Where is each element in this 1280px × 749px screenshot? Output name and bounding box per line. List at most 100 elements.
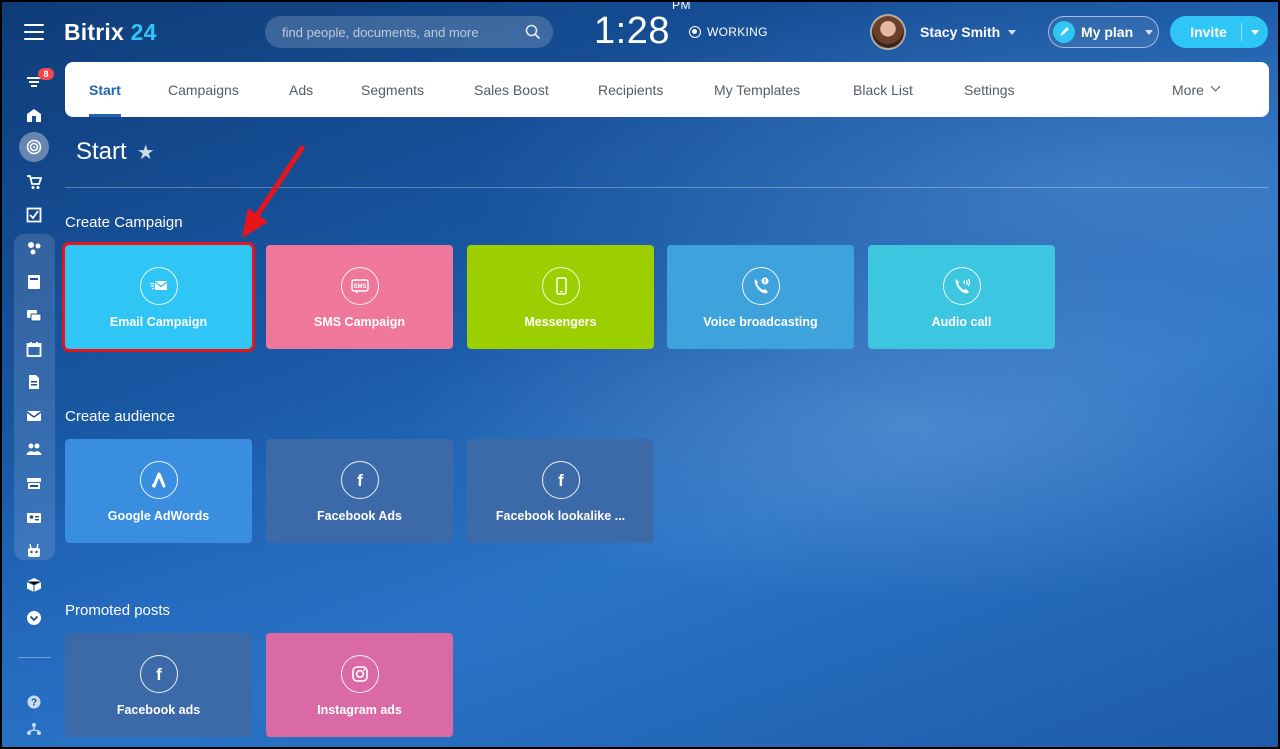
audio-call-tile[interactable]: Audio call: [868, 245, 1055, 349]
chevron-down-icon: [1210, 81, 1221, 92]
box-icon[interactable]: [24, 575, 44, 595]
facebook-icon: f: [541, 461, 580, 499]
annotation-arrow-icon: [242, 145, 305, 238]
email-campaign-tile[interactable]: Email Campaign: [62, 242, 255, 352]
invite-dropdown[interactable]: [1242, 29, 1268, 35]
tab-more[interactable]: More: [1172, 62, 1221, 117]
document-icon[interactable]: [24, 272, 44, 292]
messengers-tile[interactable]: Messengers: [467, 245, 654, 349]
tab-campaigns[interactable]: Campaigns: [168, 62, 239, 117]
contact-card-icon[interactable]: [24, 508, 44, 528]
clock-time: 1:28: [594, 10, 670, 52]
tile-label: Facebook lookalike ...: [495, 509, 626, 523]
tab-ads[interactable]: Ads: [289, 62, 313, 117]
crm-icon[interactable]: [24, 238, 44, 258]
tile-label: Email Campaign: [109, 315, 208, 329]
tile-label: Facebook Ads: [317, 509, 402, 523]
user-menu[interactable]: Stacy Smith: [920, 24, 1017, 40]
phone-volume-icon: [942, 267, 981, 305]
menu-icon[interactable]: [24, 24, 44, 40]
users-icon[interactable]: [24, 439, 44, 459]
tab-black-list[interactable]: Black List: [853, 62, 913, 117]
tab-sales-boost[interactable]: Sales Boost: [474, 62, 549, 117]
tile-label: Audio call: [931, 315, 992, 329]
robot-icon[interactable]: [24, 541, 44, 561]
clock[interactable]: 1:28PM: [594, 2, 690, 53]
instagram-ads-tile[interactable]: Instagram ads: [266, 633, 453, 737]
chat-icon[interactable]: [24, 306, 44, 326]
sms-icon: SMS: [340, 267, 379, 305]
svg-text:SMS: SMS: [353, 284, 366, 290]
clock-ampm: PM: [671, 0, 691, 13]
file-icon[interactable]: [24, 372, 44, 392]
app-window: Bitrix 24 1:28PM WORKING Stacy Smith My …: [0, 0, 1280, 749]
notification-badge: 8: [38, 68, 54, 80]
search-box[interactable]: [265, 16, 553, 48]
svg-text:?: ?: [31, 698, 37, 709]
section-title-campaign: Create Campaign: [65, 214, 183, 231]
logo-text: Bitrix: [64, 19, 124, 45]
sidebar-divider: [18, 657, 51, 658]
search-input[interactable]: [265, 16, 553, 48]
tile-label: Facebook ads: [116, 703, 201, 717]
help-icon[interactable]: ?: [24, 692, 44, 712]
my-plan-label: My plan: [1081, 24, 1134, 40]
checkbox-icon[interactable]: [24, 205, 44, 225]
calendar-icon[interactable]: [24, 339, 44, 359]
tab-start[interactable]: Start: [89, 62, 121, 117]
work-status[interactable]: WORKING: [689, 25, 768, 39]
cart-icon[interactable]: [24, 172, 44, 192]
chevron-down-icon: [1145, 29, 1154, 35]
sms-campaign-tile[interactable]: SMS SMS Campaign: [266, 245, 453, 349]
nav-tabs: Start Campaigns Ads Segments Sales Boost…: [65, 62, 1269, 117]
my-plan-button[interactable]: My plan: [1048, 16, 1159, 48]
tile-label: Messengers: [524, 315, 597, 329]
username-label: Stacy Smith: [920, 24, 1001, 40]
tile-label: Google AdWords: [107, 509, 210, 523]
instagram-icon: [340, 655, 379, 693]
google-adwords-tile[interactable]: Google AdWords: [65, 439, 252, 543]
tab-my-templates[interactable]: My Templates: [714, 62, 800, 117]
home-icon[interactable]: [24, 105, 44, 125]
svg-text:f: f: [357, 471, 363, 490]
logo[interactable]: Bitrix 24: [64, 19, 157, 46]
top-header: Bitrix 24 1:28PM WORKING Stacy Smith My …: [2, 2, 1278, 62]
adwords-icon: [139, 461, 178, 499]
avatar[interactable]: [870, 14, 906, 50]
record-icon: [689, 26, 701, 38]
target-icon[interactable]: [24, 137, 44, 157]
tab-settings[interactable]: Settings: [964, 62, 1015, 117]
invite-label: Invite: [1190, 24, 1227, 40]
page-title: Start ★: [76, 138, 155, 166]
facebook-ads-audience-tile[interactable]: f Facebook Ads: [266, 439, 453, 543]
mail-icon[interactable]: [24, 406, 44, 426]
section-title-promoted: Promoted posts: [65, 602, 171, 619]
tab-more-label: More: [1172, 81, 1204, 98]
tab-segments[interactable]: Segments: [361, 62, 424, 117]
smartphone-icon: [541, 267, 580, 305]
facebook-icon: f: [340, 461, 379, 499]
facebook-ads-promoted-tile[interactable]: f Facebook ads: [65, 633, 252, 737]
work-status-label: WORKING: [707, 25, 768, 39]
svg-text:f: f: [156, 665, 162, 684]
search-icon[interactable]: [525, 24, 541, 40]
rocket-icon: [1053, 21, 1075, 43]
facebook-icon: f: [139, 655, 178, 693]
voice-broadcasting-tile[interactable]: Voice broadcasting: [667, 245, 854, 349]
store-icon[interactable]: [24, 473, 44, 493]
svg-text:f: f: [558, 471, 564, 490]
email-icon: [139, 267, 178, 305]
section-title-audience: Create audience: [65, 408, 176, 425]
logo-number: 24: [130, 19, 157, 45]
star-icon[interactable]: ★: [137, 140, 155, 165]
tab-recipients[interactable]: Recipients: [598, 62, 663, 117]
sitemap-icon[interactable]: [24, 719, 44, 739]
phone-alert-icon: [741, 267, 780, 305]
tile-label: SMS Campaign: [314, 315, 405, 329]
chevron-down-circle-icon[interactable]: [24, 608, 44, 628]
facebook-lookalike-tile[interactable]: f Facebook lookalike ...: [467, 439, 654, 543]
invite-button[interactable]: Invite: [1170, 16, 1268, 48]
chevron-down-icon: [1008, 29, 1017, 35]
chevron-down-icon: [1251, 29, 1259, 35]
page-title-text: Start: [76, 138, 127, 165]
